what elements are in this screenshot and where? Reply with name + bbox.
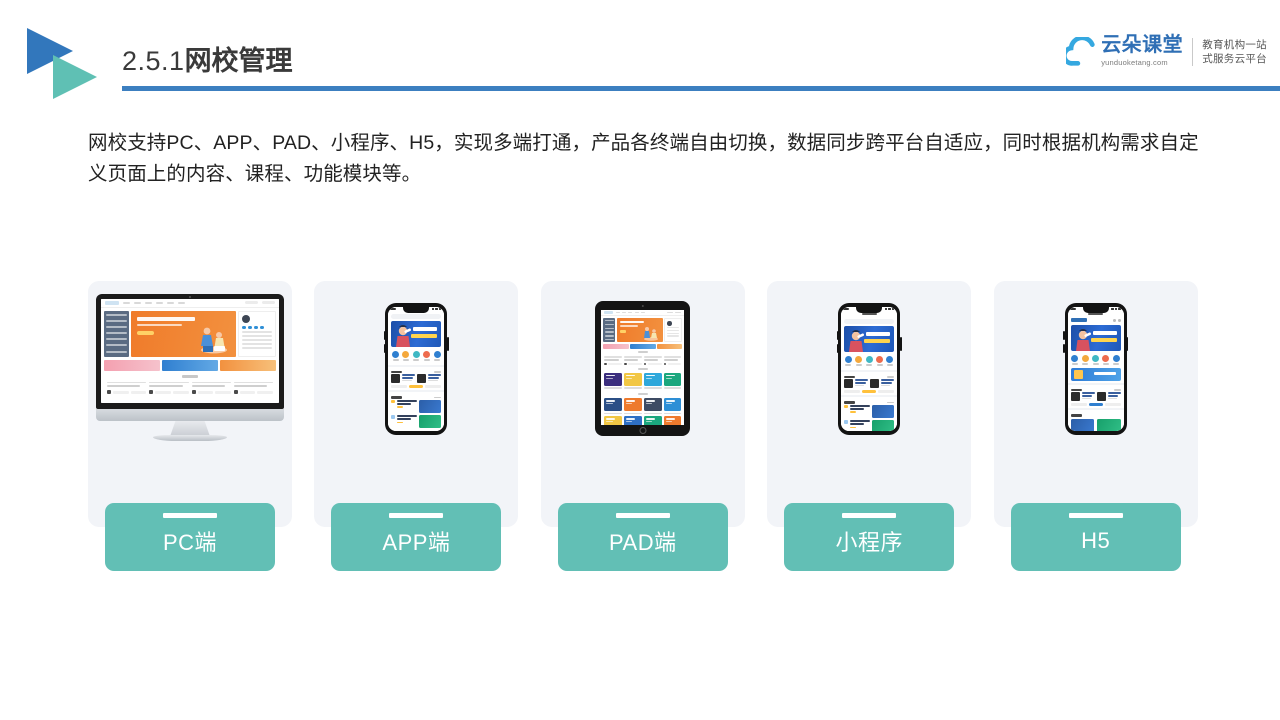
tablet-icon <box>541 281 745 456</box>
brand-divider <box>1192 38 1194 66</box>
brand-tagline-line1: 教育机构一站 <box>1202 39 1267 51</box>
body-paragraph: 网校支持PC、APP、PAD、小程序、H5，实现多端打通，产品各终端自由切换，数… <box>88 132 1199 185</box>
page-title: 2.5.1网校管理 <box>122 42 293 80</box>
cloud-icon <box>1066 37 1100 69</box>
brand-words: 云朵课堂 yunduoketang.com <box>1101 35 1183 68</box>
label-tick <box>1068 513 1123 518</box>
title-underline <box>122 86 1280 91</box>
card-label-text: APP端 <box>382 530 451 555</box>
smartphone-icon <box>767 281 971 456</box>
card-label-miniprogram[interactable]: 小程序 <box>784 503 955 571</box>
brand-tagline-line2: 式服务云平台 <box>1202 53 1267 65</box>
card-label-pc[interactable]: PC端 <box>105 503 275 571</box>
triangle-teal-icon <box>53 55 97 99</box>
smartphone-icon <box>994 281 1198 456</box>
title-text: 网校管理 <box>184 46 293 76</box>
device-card-h5[interactable]: H5 <box>993 281 1198 571</box>
monitor-icon <box>88 281 292 456</box>
card-label-h5[interactable]: H5 <box>1010 503 1181 571</box>
slide-header: 2.5.1网校管理 云朵课堂 yunduoketang.com 教育机构一站 式… <box>0 0 1280 112</box>
brand-logo-left: 云朵课堂 yunduoketang.com <box>1066 35 1183 69</box>
slide-root: 2.5.1网校管理 云朵课堂 yunduoketang.com 教育机构一站 式… <box>0 0 1280 720</box>
device-card-app[interactable]: APP端 <box>314 281 519 571</box>
card-label-text: 小程序 <box>835 530 903 555</box>
device-card-pad[interactable]: PAD端 <box>540 281 745 571</box>
card-label-text: PC端 <box>162 530 218 555</box>
play-triangle-logo-icon <box>27 28 113 100</box>
brand-url: yunduoketang.com <box>1101 58 1168 67</box>
card-label-pad[interactable]: PAD端 <box>557 503 728 571</box>
title-number: 2.5.1 <box>122 46 185 76</box>
brand-logo: 云朵课堂 yunduoketang.com 教育机构一站 式服务云平台 <box>1066 35 1267 69</box>
device-cards-row: PC端 APP端 PAD端 小程序 H5 <box>88 281 1198 571</box>
smartphone-icon <box>314 281 518 456</box>
device-card-miniprogram[interactable]: 小程序 <box>767 281 972 571</box>
device-card-pc[interactable]: PC端 <box>88 281 292 571</box>
brand-name: 云朵课堂 <box>1101 34 1184 56</box>
label-tick <box>163 513 217 518</box>
card-label-text: PAD端 <box>609 530 677 555</box>
label-tick <box>842 513 897 518</box>
label-tick <box>389 513 444 518</box>
label-tick <box>615 513 670 518</box>
card-label-app[interactable]: APP端 <box>331 503 502 571</box>
card-label-text: H5 <box>1081 528 1111 553</box>
brand-tagline: 教育机构一站 式服务云平台 <box>1202 38 1267 66</box>
